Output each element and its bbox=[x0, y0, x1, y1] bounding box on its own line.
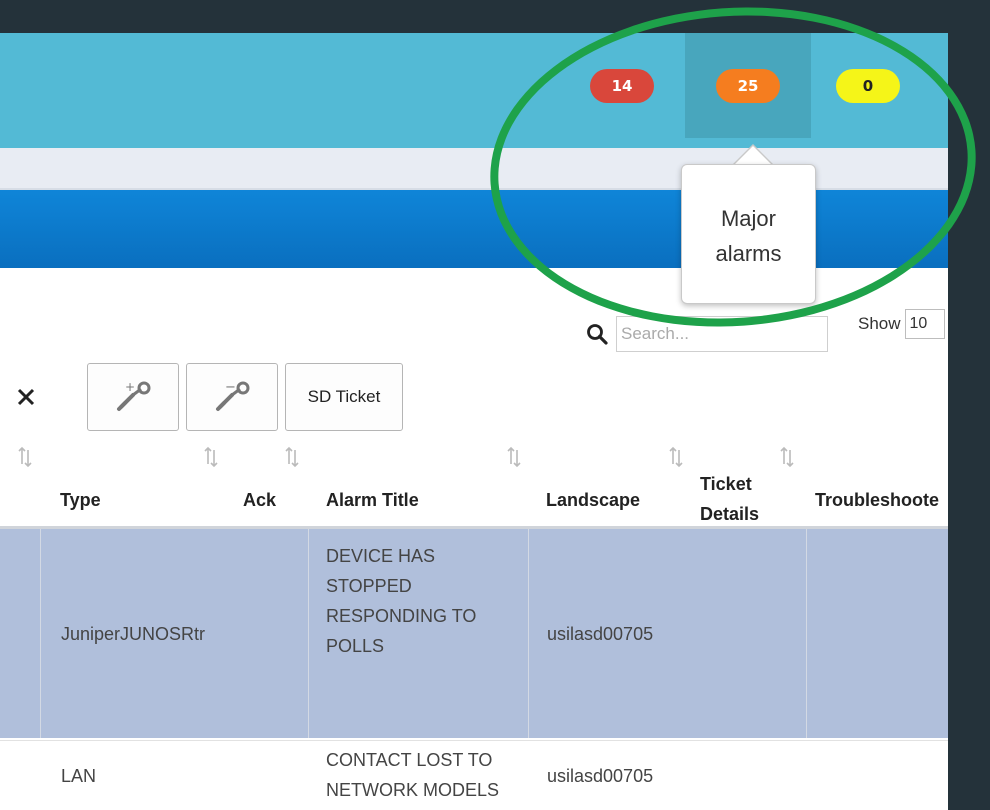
column-divider bbox=[528, 529, 529, 738]
column-divider bbox=[806, 529, 807, 738]
column-divider bbox=[40, 529, 41, 738]
cell-type: LAN bbox=[61, 766, 97, 786]
page-length-control: Show 10 bbox=[858, 309, 945, 339]
sort-icon[interactable] bbox=[204, 446, 218, 468]
cell-landscape: usilasd00705 bbox=[547, 766, 654, 786]
cell-alarm-title: DEVICE HAS STOPPED RESPONDING TO POLLS bbox=[326, 546, 477, 656]
column-divider bbox=[308, 529, 309, 738]
svg-text:+: + bbox=[125, 380, 135, 394]
sort-icon[interactable] bbox=[669, 446, 683, 468]
close-icon bbox=[17, 388, 35, 406]
sort-icon[interactable] bbox=[18, 446, 32, 468]
sort-icon[interactable] bbox=[780, 446, 794, 468]
svg-text:−: − bbox=[225, 380, 236, 395]
wrench-add-icon: + bbox=[117, 380, 151, 411]
sort-icon[interactable] bbox=[285, 446, 299, 468]
clear-alarm-button[interactable] bbox=[0, 363, 62, 431]
cell-type: JuniperJUNOSRtr bbox=[61, 624, 206, 644]
table-row[interactable]: LAN CONTACT LOST TO NETWORK MODELS usila… bbox=[0, 740, 948, 810]
page-length-select[interactable]: 10 bbox=[904, 309, 945, 339]
sort-icon[interactable] bbox=[507, 446, 521, 468]
search-icon bbox=[587, 324, 608, 345]
show-label: Show bbox=[858, 314, 901, 333]
cell-alarm-title: CONTACT LOST TO NETWORK MODELS bbox=[326, 750, 500, 800]
remove-maintenance-button[interactable]: − bbox=[186, 363, 278, 431]
add-maintenance-button[interactable]: + bbox=[87, 363, 179, 431]
cell-landscape: usilasd00705 bbox=[547, 624, 654, 644]
sd-ticket-button[interactable]: SD Ticket bbox=[285, 363, 403, 431]
table-row[interactable]: JuniperJUNOSRtr DEVICE HAS STOPPED RESPO… bbox=[0, 529, 948, 738]
wrench-remove-icon: − bbox=[216, 380, 250, 411]
